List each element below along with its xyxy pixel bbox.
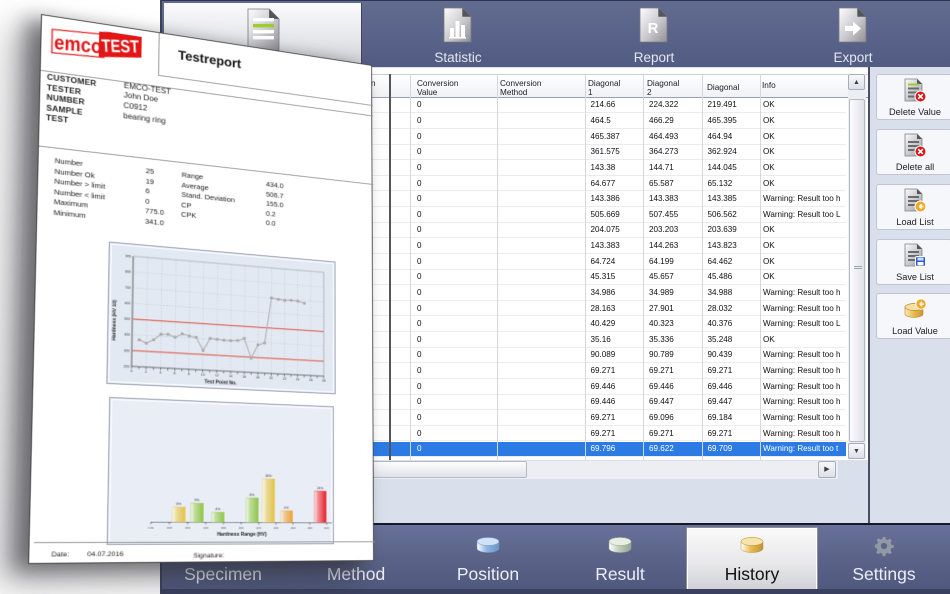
svg-text:700: 700 — [125, 286, 131, 290]
svg-text:4%: 4% — [215, 507, 220, 511]
svg-text:36%: 36% — [265, 474, 272, 478]
svg-text:300: 300 — [124, 349, 130, 353]
svg-text:4: 4 — [159, 371, 161, 375]
svg-text:0: 0 — [130, 369, 132, 373]
svg-text:200: 200 — [124, 365, 130, 369]
svg-text:900: 900 — [125, 254, 131, 258]
svg-text:250: 250 — [185, 526, 190, 530]
svg-text:14: 14 — [229, 374, 233, 378]
svg-text:R: R — [648, 20, 659, 37]
svg-text:24%: 24% — [317, 486, 323, 490]
svg-text:26: 26 — [309, 378, 313, 382]
svg-text:9%: 9% — [194, 498, 199, 502]
svg-text:140: 140 — [203, 526, 208, 530]
svg-text:18: 18 — [256, 376, 260, 380]
svg-text:28: 28 — [322, 379, 326, 383]
svg-text:400: 400 — [239, 526, 244, 530]
svg-text:1.0k: 1.0k — [148, 526, 154, 530]
svg-text:6: 6 — [174, 371, 176, 375]
svg-text:420: 420 — [256, 526, 261, 530]
svg-text:16: 16 — [242, 375, 246, 379]
svg-text:380: 380 — [221, 526, 226, 530]
svg-text:460: 460 — [291, 526, 296, 530]
svg-text:500: 500 — [124, 317, 130, 321]
svg-text:2: 2 — [145, 370, 147, 374]
svg-text:8%: 8% — [250, 493, 255, 497]
svg-text:8: 8 — [188, 372, 190, 376]
svg-text:10: 10 — [201, 373, 205, 377]
svg-text:200: 200 — [167, 526, 172, 530]
svg-text:20: 20 — [269, 376, 273, 380]
svg-text:4%: 4% — [284, 506, 289, 510]
svg-text:emco: emco — [54, 31, 102, 58]
svg-text:22: 22 — [283, 377, 287, 381]
svg-text:400: 400 — [124, 333, 130, 337]
svg-text:Hardness (HV 10): Hardness (HV 10) — [111, 299, 118, 340]
svg-text:6%: 6% — [176, 502, 181, 506]
svg-text:24: 24 — [296, 378, 300, 382]
svg-text:TEST: TEST — [101, 36, 140, 57]
svg-text:800: 800 — [125, 270, 131, 274]
svg-text:480: 480 — [308, 526, 313, 530]
svg-text:600: 600 — [324, 526, 329, 530]
svg-text:Hardness Range (HV): Hardness Range (HV) — [217, 532, 267, 538]
svg-text:12: 12 — [215, 374, 219, 378]
svg-text:440: 440 — [273, 526, 278, 530]
svg-text:600: 600 — [125, 301, 131, 305]
